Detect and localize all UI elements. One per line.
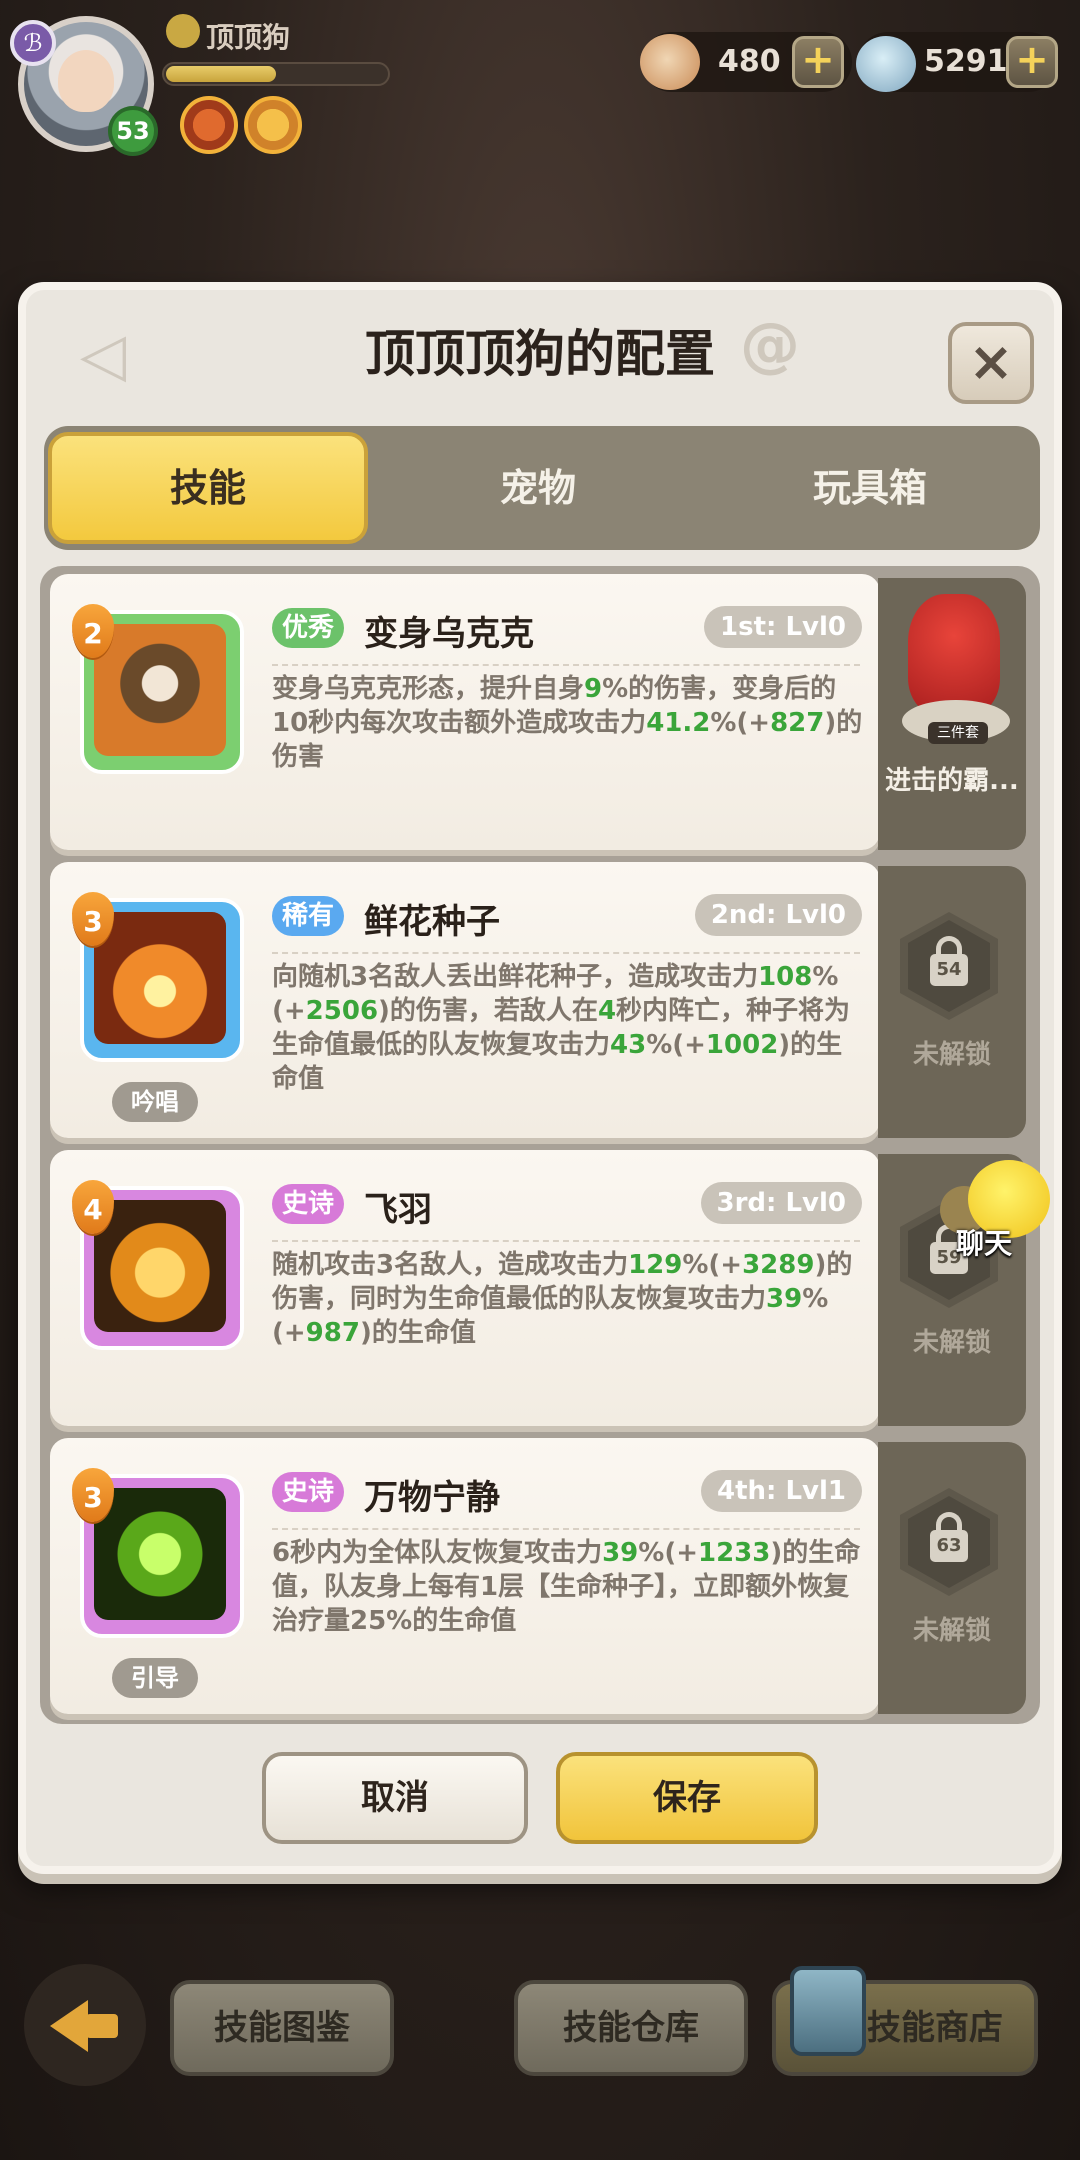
desc-value: 3289	[742, 1250, 815, 1280]
skill-name: 万物宁静	[364, 1478, 500, 1518]
desc-value: 43	[610, 1030, 647, 1060]
add-gem-button[interactable]: +	[1006, 36, 1058, 88]
skill-description: 变身乌克克形态，提升自身9%的伤害，变身后的10秒内每次攻击额外造成攻击力41.…	[272, 672, 864, 774]
locked-label: 未解锁	[912, 1040, 991, 1070]
add-shell-button[interactable]: +	[792, 36, 844, 88]
skill-description: 6秒内为全体队友恢复攻击力39%(+1233)的生命值，队友身上每有1层【生命种…	[272, 1536, 864, 1638]
locked-label: 未解锁	[912, 1328, 991, 1358]
desc-text: 随机攻击3名敌人，造成攻击力	[272, 1250, 629, 1280]
skill-icon	[94, 624, 226, 756]
skill-slot-level: 1st: Lvl0	[704, 606, 862, 648]
chat-label[interactable]: 聊天	[956, 1222, 1012, 1262]
pet-face-icon	[166, 14, 200, 48]
modal-title: 顶顶顶狗的配置	[365, 325, 715, 383]
shell-count: 480	[718, 44, 781, 79]
desc-value: 39	[766, 1284, 803, 1314]
skill-description: 随机攻击3名敌人，造成攻击力129%(+3289)的伤害，同时为生命值最低的队友…	[272, 1248, 864, 1350]
skill-description: 向随机3名敌人丢出鲜花种子，造成攻击力108%(+2506)的伤害，若敌人在4秒…	[272, 960, 864, 1096]
player-level-badge: 53	[108, 106, 158, 156]
desc-value: 41.2	[646, 708, 711, 738]
skill-slot-level: 4th: Lvl1	[701, 1470, 862, 1512]
avatar-emblem-icon: ℬ	[10, 20, 56, 66]
unlock-level: 54	[930, 954, 968, 986]
crab-buff-icon[interactable]	[180, 96, 238, 154]
desc-text: 6秒内为全体队友恢复攻击力	[272, 1538, 603, 1568]
tab-skills[interactable]: 技能	[48, 432, 368, 544]
rarity-tag: 史诗	[272, 1184, 345, 1224]
desc-text: %(+	[710, 708, 771, 738]
skill-slot-level: 3rd: Lvl0	[700, 1182, 862, 1224]
desc-value: 129	[628, 1250, 683, 1280]
skill-codex-button[interactable]: 技能图鉴	[170, 1980, 394, 2076]
tab-pets[interactable]: 宠物	[378, 432, 698, 544]
gem-icon	[856, 36, 916, 92]
divider	[272, 1240, 860, 1242]
divider	[272, 952, 860, 954]
skill-icon	[94, 1488, 226, 1620]
divider	[272, 664, 860, 666]
cast-type-tag: 吟唱	[112, 1082, 198, 1122]
rarity-tag: 优秀	[272, 608, 345, 648]
skill-shop-icon	[790, 1966, 866, 2056]
back-arrow-icon	[50, 2000, 88, 2052]
skill-icon	[94, 912, 226, 1044]
desc-value: 108	[758, 962, 813, 992]
locked-label: 未解锁	[912, 1616, 991, 1646]
xp-bar	[162, 62, 390, 86]
back-arrow-tail	[86, 2014, 118, 2038]
desc-value: 987	[305, 1318, 360, 1348]
desc-value: 827	[770, 708, 825, 738]
desc-value: 9	[584, 674, 603, 704]
desc-value: 39	[602, 1538, 639, 1568]
divider	[272, 1528, 860, 1530]
desc-text: %(+	[646, 1030, 706, 1060]
snail-buff-icon[interactable]	[244, 96, 302, 154]
save-button[interactable]: 保存	[556, 1752, 818, 1844]
desc-text: 向随机3名敌人丢出鲜花种子，造成攻击力	[272, 962, 759, 992]
skill-icon	[94, 1200, 226, 1332]
unlock-level: 63	[930, 1530, 968, 1562]
skill-name: 鲜花种子	[364, 902, 500, 942]
cancel-button[interactable]: 取消	[262, 1752, 528, 1844]
avatar-face	[58, 50, 114, 112]
desc-text: 变身乌克克形态，提升自身	[272, 674, 585, 704]
desc-value: 1002	[705, 1030, 779, 1060]
cast-type-tag: 引导	[112, 1658, 198, 1698]
shell-starfish-icon	[640, 34, 700, 90]
desc-text: )的伤害，若敌人在	[378, 996, 598, 1026]
player-name: 顶顶狗	[206, 21, 291, 54]
set-tag: 三件套	[928, 722, 988, 744]
set-name: 进击的霸...	[885, 766, 1019, 796]
dinosaur-figure-icon	[908, 594, 1000, 714]
skill-slot-level: 2nd: Lvl0	[694, 894, 862, 936]
desc-value: 4	[597, 996, 617, 1026]
desc-text: %(+	[638, 1538, 698, 1568]
desc-value: 1233	[698, 1538, 771, 1568]
skill-name: 变身乌克克	[364, 614, 534, 654]
desc-text: )的生命值	[359, 1318, 476, 1348]
skill-name: 飞羽	[364, 1190, 432, 1230]
desc-text: %(+	[682, 1250, 743, 1280]
skill-storage-button[interactable]: 技能仓库	[514, 1980, 748, 2076]
desc-value: 2506	[305, 996, 379, 1026]
close-button[interactable]: ×	[948, 322, 1034, 404]
rarity-tag: 稀有	[272, 896, 345, 936]
rarity-tag: 史诗	[272, 1472, 345, 1512]
xp-bar-fill	[166, 66, 276, 82]
tab-toybox[interactable]: 玩具箱	[710, 432, 1030, 544]
